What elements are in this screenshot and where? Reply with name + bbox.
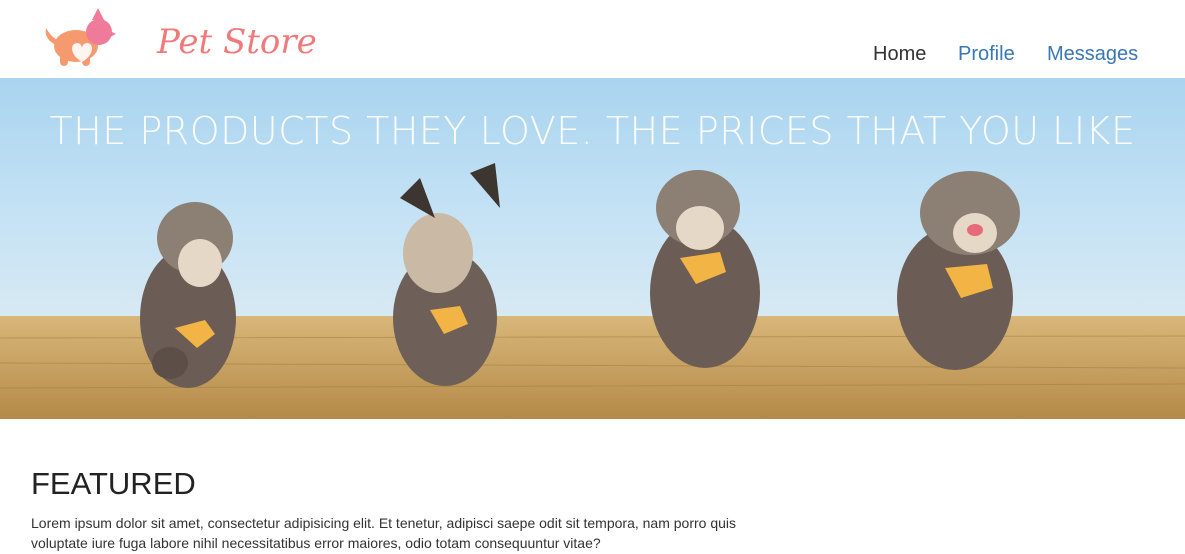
header: Pet Store Home Profile Messages bbox=[0, 0, 1185, 78]
logo[interactable]: Pet Store bbox=[42, 8, 317, 68]
nav-profile[interactable]: Profile bbox=[958, 43, 1015, 66]
featured-text: Lorem ipsum dolor sit amet, consectetur … bbox=[31, 515, 737, 551]
dog-4 bbox=[897, 171, 1020, 370]
hero-banner: THE PRODUCTS THEY LOVE. THE PRICES THAT … bbox=[0, 78, 1185, 419]
featured-heading: FEATURED bbox=[31, 466, 196, 501]
hero-title: THE PRODUCTS THEY LOVE. THE PRICES THAT … bbox=[49, 109, 1136, 153]
dog-1 bbox=[140, 202, 236, 388]
dog-3 bbox=[650, 170, 760, 368]
nav-home[interactable]: Home bbox=[873, 43, 926, 66]
nav-messages[interactable]: Messages bbox=[1047, 43, 1138, 66]
dog-2 bbox=[393, 163, 500, 386]
brand-name: Pet Store bbox=[157, 22, 317, 62]
dog-icon bbox=[45, 8, 116, 66]
